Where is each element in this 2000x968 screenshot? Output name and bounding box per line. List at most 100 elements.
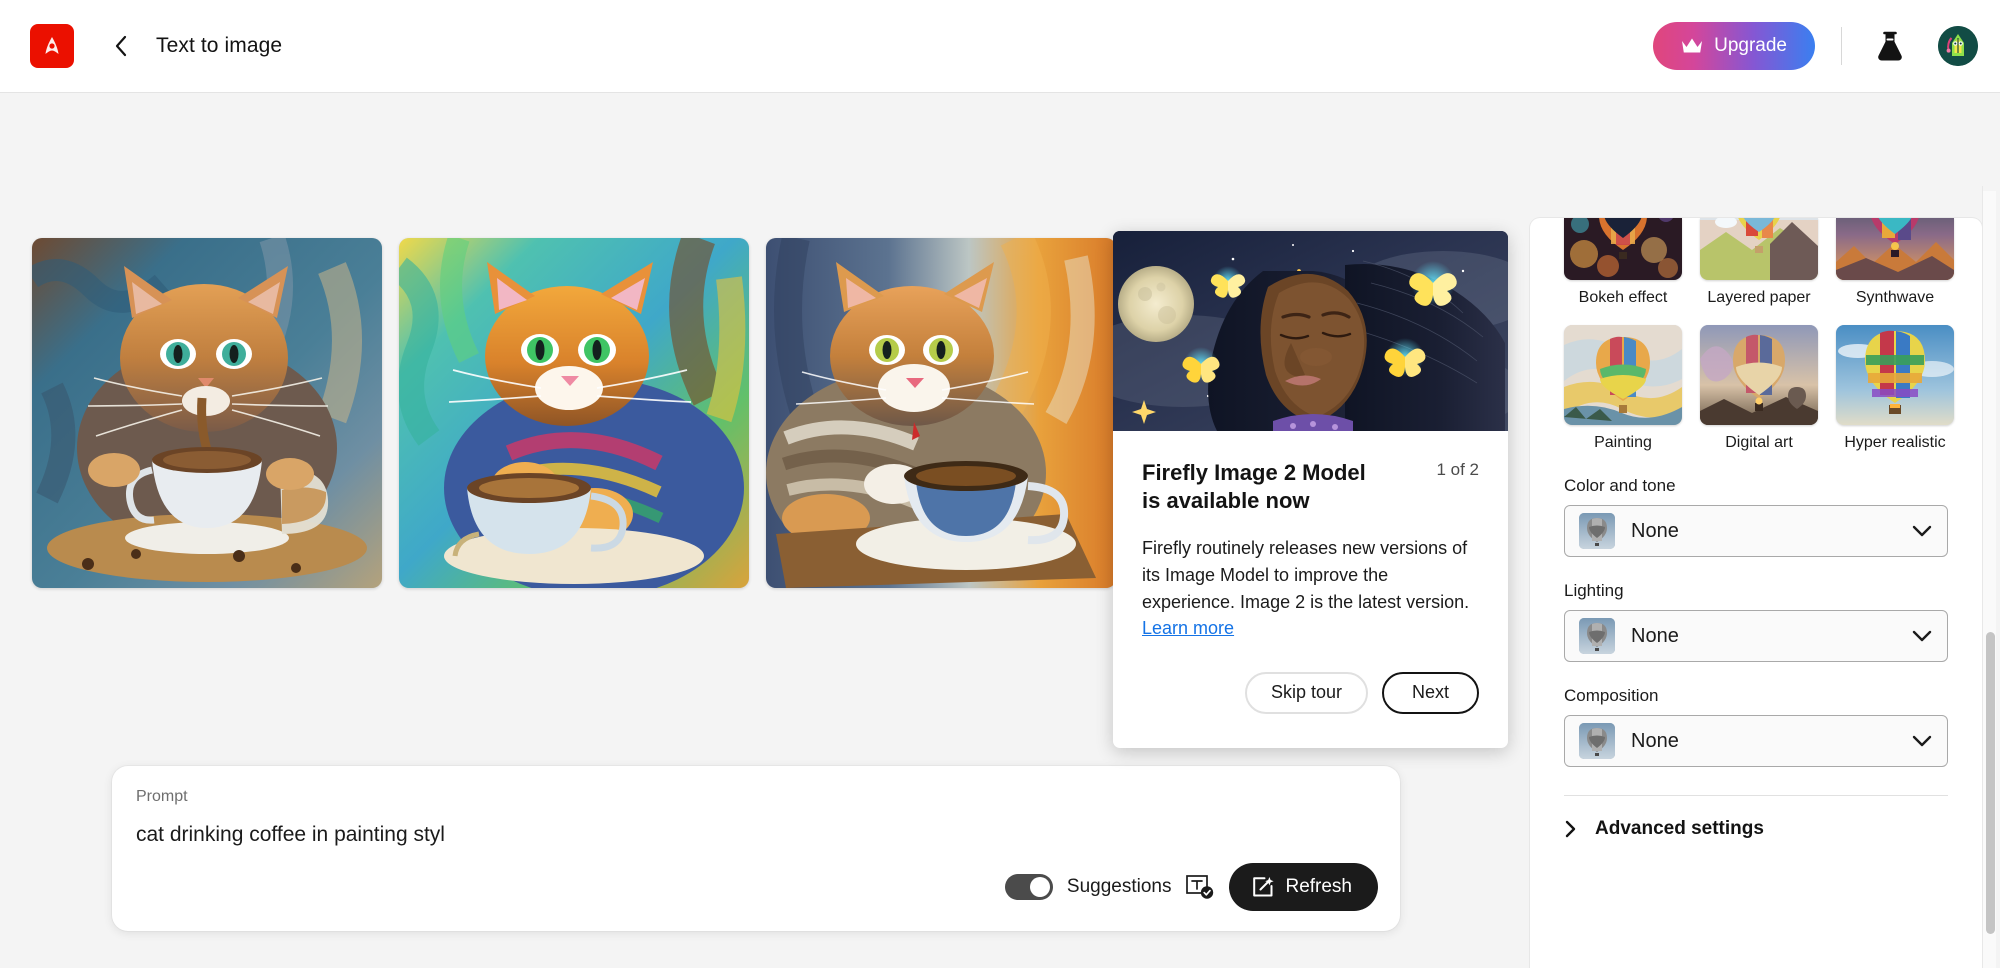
select-value: None (1631, 519, 1679, 542)
balloon-synthwave-thumb (1836, 218, 1954, 280)
style-label: Digital art (1725, 434, 1793, 451)
style-preset-digital-art[interactable]: Digital art (1700, 325, 1818, 452)
cat-painting-1 (32, 238, 382, 588)
refresh-label: Refresh (1285, 876, 1352, 897)
field-lighting: Lighting None (1564, 581, 1948, 662)
style-thumb-bokeh (1564, 218, 1682, 280)
firefly-mark-icon (45, 37, 59, 54)
style-thumb-paper (1700, 218, 1818, 280)
panel-divider (1564, 795, 1948, 796)
style-label: Painting (1594, 434, 1652, 451)
next-button[interactable]: Next (1381, 671, 1479, 714)
text-check-glyph (1186, 875, 1214, 899)
style-preset-bokeh-effect[interactable]: Bokeh effect (1564, 218, 1682, 307)
scrollbar-thumb[interactable] (1986, 632, 1995, 934)
balloon-paper-thumb (1700, 218, 1818, 280)
app-header: Text to image Upgrade (0, 0, 2000, 93)
style-presets-grid-row1: Bokeh effect Layered paper Synthwave (1564, 218, 1954, 307)
moon-butterflies-illustration (1113, 231, 1508, 431)
skip-tour-button[interactable]: Skip tour (1244, 671, 1368, 714)
user-avatar[interactable] (1938, 26, 1978, 66)
tour-step-counter: 1 of 2 (1436, 460, 1479, 479)
cat-painting-2 (399, 238, 749, 588)
generated-results (32, 238, 1116, 588)
field-label: Color and tone (1564, 476, 1676, 495)
crown-icon (1682, 38, 1703, 53)
sparkle-refresh-icon (1253, 877, 1275, 897)
firefly-text-to-image-app: Text to image Upgrade Prompt cat drinkin… (0, 0, 2000, 968)
style-thumb-synthwave (1836, 218, 1954, 280)
text-suggestion-icon[interactable] (1185, 873, 1215, 901)
select-thumb-icon (1579, 513, 1615, 549)
prompt-input[interactable]: cat drinking coffee in painting styl (136, 823, 1236, 847)
tour-body: Firefly Image 2 Model is available now 1… (1113, 431, 1508, 642)
result-image-2[interactable] (399, 238, 749, 588)
balloon-digital-thumb (1700, 325, 1818, 425)
beta-lab-button[interactable] (1868, 24, 1912, 68)
tour-actions: Skip tour Next (1113, 642, 1508, 714)
learn-more-link[interactable]: Learn more (1142, 618, 1234, 638)
style-preset-painting[interactable]: Painting (1564, 325, 1682, 452)
style-thumb-realistic (1836, 325, 1954, 425)
upgrade-label: Upgrade (1714, 35, 1787, 56)
style-presets-grid-row2: Painting Digital art Hyper realistic (1564, 325, 1954, 452)
result-image-1[interactable] (32, 238, 382, 588)
back-button[interactable] (108, 33, 134, 59)
settings-panel: Bokeh effect Layered paper Synthwave Pai… (1530, 218, 1982, 968)
upgrade-button[interactable]: Upgrade (1653, 22, 1815, 70)
chevron-right-icon (1565, 820, 1576, 838)
toggle-knob (1029, 877, 1050, 897)
header-actions: Upgrade (1653, 22, 1978, 70)
tour-description-text: Firefly routinely releases new versions … (1142, 538, 1470, 612)
avatar-pen-nib-icon (1938, 26, 1978, 66)
prompt-bar: Prompt cat drinking coffee in painting s… (112, 766, 1400, 931)
tour-description: Firefly routinely releases new versions … (1142, 535, 1479, 642)
balloon-none-thumb (1579, 513, 1615, 549)
balloon-none-thumb (1579, 723, 1615, 759)
style-label: Synthwave (1855, 289, 1935, 306)
style-label: Layered paper (1707, 289, 1811, 306)
style-preset-layered-paper[interactable]: Layered paper (1700, 218, 1818, 307)
advanced-settings-label: Advanced settings (1595, 818, 1764, 839)
prompt-label: Prompt (136, 788, 188, 805)
tour-hero-image (1113, 231, 1508, 431)
style-preset-hyper-realistic[interactable]: Hyper realistic (1836, 325, 1954, 452)
beta-flask-icon (1878, 31, 1902, 61)
prompt-controls: Suggestions Refresh (1004, 863, 1378, 911)
chevron-down-icon (1912, 735, 1932, 747)
color-and-tone-select[interactable]: None (1564, 505, 1948, 557)
style-thumb-digital (1700, 325, 1818, 425)
main-canvas: Prompt cat drinking coffee in painting s… (0, 93, 2000, 968)
field-label: Composition (1564, 686, 1659, 705)
suggestions-label: Suggestions (1066, 876, 1172, 897)
style-label: Hyper realistic (1844, 434, 1946, 451)
chevron-left-icon (115, 35, 127, 57)
balloon-none-thumb (1579, 618, 1615, 654)
select-value: None (1631, 624, 1679, 647)
suggestions-toggle[interactable] (1004, 874, 1053, 900)
tour-title: Firefly Image 2 Model is available now (1142, 460, 1366, 514)
chevron-down-icon (1912, 630, 1932, 642)
cat-painting-3 (766, 238, 1116, 588)
balloon-bokeh-thumb (1564, 218, 1682, 280)
style-thumb-painting (1564, 325, 1682, 425)
settings-panel-inner: Bokeh effect Layered paper Synthwave Pai… (1530, 218, 1982, 968)
tour-popover: Firefly Image 2 Model is available now 1… (1113, 231, 1508, 748)
header-divider (1841, 27, 1842, 65)
chevron-down-icon (1912, 525, 1932, 537)
field-composition: Composition None (1564, 686, 1948, 767)
composition-select[interactable]: None (1564, 715, 1948, 767)
result-image-3[interactable] (766, 238, 1116, 588)
style-preset-synthwave[interactable]: Synthwave (1836, 218, 1954, 307)
field-label: Lighting (1564, 581, 1624, 600)
field-color-and-tone: Color and tone None (1564, 476, 1948, 557)
select-thumb-icon (1579, 618, 1615, 654)
select-value: None (1631, 729, 1679, 752)
adobe-firefly-logo[interactable] (30, 24, 74, 68)
balloon-painting-thumb (1564, 325, 1682, 425)
refresh-button[interactable]: Refresh (1229, 863, 1378, 911)
lighting-select[interactable]: None (1564, 610, 1948, 662)
style-label: Bokeh effect (1578, 289, 1668, 306)
advanced-settings-toggle[interactable]: Advanced settings (1564, 818, 1948, 840)
page-title: Text to image (156, 34, 283, 57)
